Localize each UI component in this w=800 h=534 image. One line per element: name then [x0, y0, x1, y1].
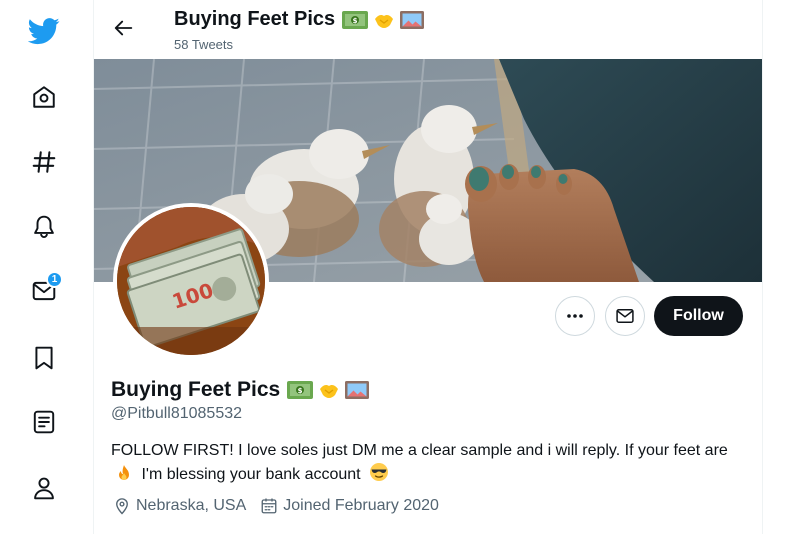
display-name: Buying Feet Pics	[111, 378, 281, 401]
header-title: Buying Feet Pics $	[174, 8, 425, 31]
picture-icon	[400, 10, 425, 29]
lists-icon[interactable]	[22, 400, 66, 444]
follow-button[interactable]: Follow	[654, 296, 743, 336]
profile-handle: @Pitbull81085532	[111, 405, 243, 422]
profile-meta: Nebraska, USA Joined February 2020	[113, 497, 453, 515]
avatar-image: 100	[117, 207, 265, 355]
svg-text:$: $	[298, 387, 303, 395]
tweet-count: 58 Tweets	[174, 37, 234, 52]
join-date-text: Joined February 2020	[283, 497, 439, 514]
more-button[interactable]	[555, 296, 595, 336]
picture-icon	[345, 381, 370, 399]
header-emojis: $	[341, 9, 425, 31]
divider-right	[762, 0, 763, 534]
profile-header: Buying Feet Pics $ 58 Tweets	[94, 0, 762, 58]
profile-name: Buying Feet Pics $	[111, 378, 370, 402]
calendar-icon	[261, 498, 277, 514]
header-display-name: Buying Feet Pics	[174, 8, 336, 30]
arrow-left-icon	[114, 20, 133, 36]
message-button[interactable]	[605, 296, 645, 336]
handshake-icon	[375, 14, 394, 28]
avatar[interactable]: 100	[113, 203, 269, 359]
back-button[interactable]	[106, 10, 142, 46]
home-icon[interactable]	[22, 75, 66, 119]
name-emojis: $	[286, 379, 370, 401]
bookmarks-icon[interactable]	[22, 336, 66, 380]
more-icon	[567, 314, 583, 318]
profile-bio: FOLLOW FIRST! I love soles just DM me a …	[111, 440, 751, 489]
location-pin-icon	[116, 498, 128, 515]
twitter-logo-icon[interactable]	[22, 9, 66, 53]
sidebar-nav: 1	[0, 0, 88, 534]
location-text: Nebraska, USA	[136, 497, 247, 514]
messages-icon[interactable]: 1	[22, 269, 66, 313]
notifications-icon[interactable]	[22, 205, 66, 249]
money-icon: $	[287, 381, 314, 399]
location: Nebraska, USA	[113, 497, 246, 515]
explore-icon[interactable]	[22, 140, 66, 184]
money-icon: $	[342, 10, 369, 29]
profile-icon[interactable]	[22, 466, 66, 510]
app: 1 Buying Feet Pics $ 58 Tweets 100 Follo…	[0, 0, 800, 534]
join-date: Joined February 2020	[260, 497, 439, 515]
mail-icon	[616, 309, 634, 323]
bio-text-2: I'm blessing your bank account	[141, 466, 361, 483]
bio-text-1: FOLLOW FIRST! I love soles just DM me a …	[111, 442, 728, 459]
svg-text:$: $	[353, 17, 358, 25]
messages-badge: 1	[46, 271, 63, 288]
sunglasses-face-icon	[369, 462, 389, 489]
fire-icon	[115, 464, 133, 489]
handshake-icon	[320, 385, 339, 398]
